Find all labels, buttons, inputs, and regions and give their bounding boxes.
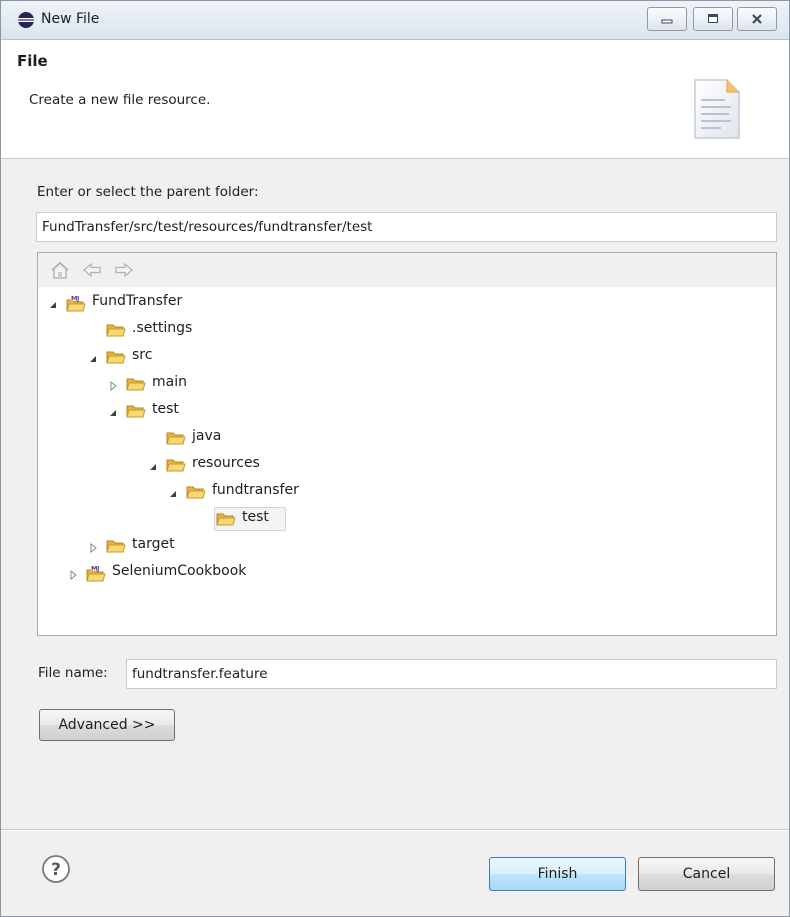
maven-project-icon: MJ <box>66 294 86 312</box>
tree-node-label: test <box>242 509 269 525</box>
back-arrow-icon[interactable] <box>82 261 102 279</box>
expanded-twisty-icon[interactable] <box>168 487 178 497</box>
window-title: New File <box>41 11 100 27</box>
finish-button[interactable]: Finish <box>489 857 626 891</box>
page-title: File <box>17 52 48 70</box>
tree-node[interactable]: M J FundTransfer <box>48 291 648 315</box>
page-description: Create a new file resource. <box>29 92 211 108</box>
expanded-twisty-icon[interactable] <box>108 406 118 416</box>
tree-node[interactable]: target <box>88 534 688 558</box>
folder-icon <box>126 402 146 420</box>
minimize-icon <box>661 19 673 24</box>
tree-node[interactable]: M J SeleniumCookbook <box>68 561 668 585</box>
folder-icon <box>166 456 186 474</box>
collapsed-twisty-icon[interactable] <box>68 568 78 581</box>
tree-node-label: FundTransfer <box>92 293 183 309</box>
svg-text:J: J <box>76 295 79 303</box>
folder-icon <box>166 429 186 447</box>
eclipse-icon <box>18 12 34 28</box>
tree-node[interactable]: .settings <box>88 318 688 342</box>
close-icon <box>752 14 762 24</box>
tree-toolbar <box>38 253 776 287</box>
tree-node-label: .settings <box>132 320 193 336</box>
expanded-twisty-icon[interactable] <box>48 298 58 308</box>
minimize-button[interactable] <box>647 7 687 31</box>
folder-icon <box>106 348 126 366</box>
file-name-input[interactable] <box>126 659 777 689</box>
tree-node[interactable]: test <box>108 399 708 423</box>
tree-node[interactable]: resources <box>148 453 748 477</box>
collapsed-twisty-icon[interactable] <box>88 541 98 554</box>
file-document-icon <box>694 79 740 139</box>
tree-node-label: fundtransfer <box>212 482 299 498</box>
help-icon[interactable]: ? <box>41 854 71 884</box>
advanced-button[interactable]: Advanced >> <box>39 709 175 741</box>
parent-folder-label: Enter or select the parent folder: <box>37 184 259 200</box>
svg-text:J: J <box>96 565 99 573</box>
maven-project-icon: MJ <box>86 564 106 582</box>
maximize-icon <box>708 14 718 23</box>
folder-icon <box>186 483 206 501</box>
tree-node[interactable]: java <box>148 426 748 450</box>
wizard-header: File Create a new file resource. <box>1 40 789 159</box>
folder-icon <box>106 321 126 339</box>
expanded-twisty-icon[interactable] <box>88 352 98 362</box>
new-file-dialog: New File File Create a new file resource… <box>0 0 790 917</box>
folder-icon <box>216 510 236 528</box>
tree-node-label: main <box>152 374 187 390</box>
tree-node-label: resources <box>192 455 260 471</box>
footer-divider-highlight <box>1 830 789 831</box>
tree-node[interactable]: test <box>198 507 776 531</box>
close-button[interactable] <box>737 7 777 31</box>
expanded-twisty-icon[interactable] <box>148 460 158 470</box>
cancel-button[interactable]: Cancel <box>638 857 775 891</box>
folder-icon <box>126 375 146 393</box>
file-name-label: File name: <box>38 665 108 681</box>
parent-folder-input[interactable] <box>36 212 777 242</box>
tree-node-label: test <box>152 401 179 417</box>
folder-tree[interactable]: M J FundTransfer .settings src main test java re… <box>37 252 777 636</box>
tree-node-label: src <box>132 347 153 363</box>
collapsed-twisty-icon[interactable] <box>108 379 118 392</box>
tree-node-label: java <box>192 428 222 444</box>
tree-node[interactable]: src <box>88 345 688 369</box>
tree-node-label: target <box>132 536 175 552</box>
folder-icon <box>106 537 126 555</box>
tree-node[interactable]: main <box>108 372 708 396</box>
maximize-button[interactable] <box>693 7 733 31</box>
svg-text:?: ? <box>51 860 61 880</box>
tree-node-label: SeleniumCookbook <box>112 563 247 579</box>
title-bar[interactable]: New File <box>1 1 789 40</box>
forward-arrow-icon[interactable] <box>114 261 134 279</box>
home-icon[interactable] <box>50 261 70 279</box>
tree-node[interactable]: fundtransfer <box>168 480 768 504</box>
